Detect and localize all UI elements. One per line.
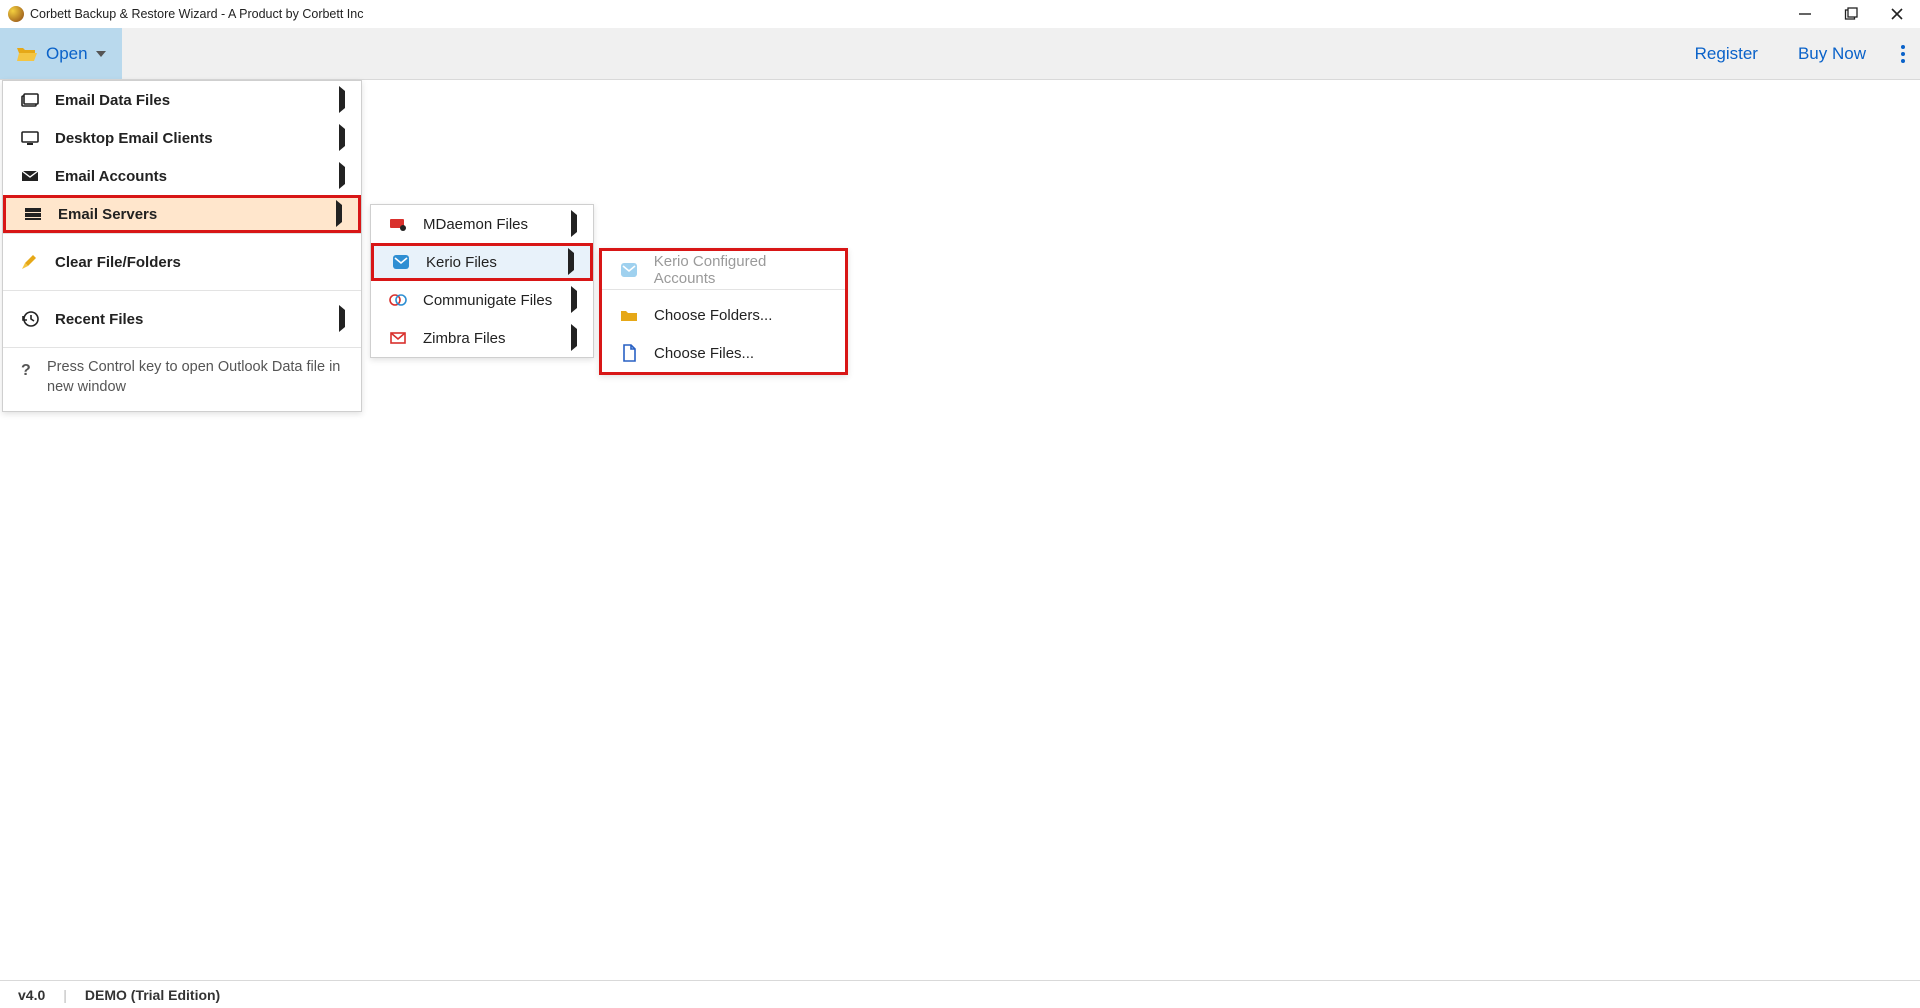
menu-item-kerio-files[interactable]: Kerio Files [371, 243, 593, 281]
buy-now-link[interactable]: Buy Now [1778, 28, 1886, 79]
window-title: Corbett Backup & Restore Wizard - A Prod… [30, 7, 363, 21]
separator: | [63, 987, 67, 1003]
folder-icon [618, 308, 640, 322]
chevron-right-icon [336, 205, 342, 223]
email-servers-submenu: MDaemon Files Kerio Files Communigate Fi… [370, 204, 594, 358]
menu-item-label: Kerio Files [426, 254, 497, 271]
menu-item-communigate-files[interactable]: Communigate Files [371, 281, 593, 319]
maximize-button[interactable] [1842, 5, 1860, 23]
menu-item-mdaemon-files[interactable]: MDaemon Files [371, 205, 593, 243]
status-bar: v4.0 | DEMO (Trial Edition) [0, 980, 1920, 1008]
chevron-down-icon [96, 51, 106, 57]
edition-label: DEMO (Trial Edition) [85, 987, 220, 1003]
close-button[interactable] [1888, 5, 1906, 23]
menu-item-label: Zimbra Files [423, 330, 506, 347]
menu-item-label: Communigate Files [423, 292, 552, 309]
minimize-button[interactable] [1796, 5, 1814, 23]
menu-item-kerio-configured-accounts[interactable]: Kerio Configured Accounts [602, 251, 845, 289]
menu-item-label: Choose Folders... [654, 307, 772, 324]
version-label: v4.0 [18, 987, 45, 1003]
server-icon [22, 206, 44, 222]
chevron-right-icon [571, 329, 577, 347]
envelope-icon [19, 169, 41, 183]
folder-open-icon [16, 45, 38, 63]
kerio-icon [390, 254, 412, 270]
register-link[interactable]: Register [1675, 28, 1778, 79]
chevron-right-icon [339, 167, 345, 185]
menu-hint-text: Press Control key to open Outlook Data f… [47, 358, 345, 397]
question-icon: ? [19, 360, 33, 378]
dots-vertical-icon [1900, 44, 1906, 64]
history-icon [19, 310, 41, 328]
menu-item-recent-files[interactable]: Recent Files [3, 291, 361, 347]
zimbra-icon [387, 331, 409, 345]
menu-separator [602, 289, 845, 290]
chevron-right-icon [568, 253, 574, 271]
file-icon [618, 344, 640, 362]
menu-item-label: Clear File/Folders [55, 254, 181, 271]
menu-item-label: Desktop Email Clients [55, 130, 213, 147]
kerio-files-submenu: Kerio Configured Accounts Choose Folders… [599, 248, 848, 375]
chevron-right-icon [339, 129, 345, 147]
open-button[interactable]: Open [0, 28, 122, 79]
menu-item-label: Recent Files [55, 311, 143, 328]
menu-hint: ? Press Control key to open Outlook Data… [3, 348, 361, 411]
menu-item-label: Email Accounts [55, 168, 167, 185]
menu-item-label: Email Servers [58, 206, 157, 223]
menu-item-email-servers[interactable]: Email Servers [3, 195, 361, 233]
app-icon [8, 6, 24, 22]
more-options-button[interactable] [1886, 28, 1920, 79]
menu-item-clear-files[interactable]: Clear File/Folders [3, 234, 361, 290]
svg-text:?: ? [21, 362, 31, 378]
menu-item-email-accounts[interactable]: Email Accounts [3, 157, 361, 195]
menu-item-choose-files[interactable]: Choose Files... [602, 334, 845, 372]
menu-item-label: Email Data Files [55, 92, 170, 109]
communigate-icon [387, 293, 409, 307]
open-menu: Email Data Files Desktop Email Clients E… [2, 80, 362, 412]
titlebar: Corbett Backup & Restore Wizard - A Prod… [0, 0, 1920, 28]
menu-item-label: Kerio Configured Accounts [654, 253, 829, 287]
chevron-right-icon [339, 91, 345, 109]
menu-item-choose-folders[interactable]: Choose Folders... [602, 296, 845, 334]
menu-item-zimbra-files[interactable]: Zimbra Files [371, 319, 593, 357]
menu-item-label: Choose Files... [654, 345, 754, 362]
files-stack-icon [19, 92, 41, 108]
chevron-right-icon [339, 310, 345, 328]
menu-item-email-data-files[interactable]: Email Data Files [3, 81, 361, 119]
toolbar: Open Register Buy Now [0, 28, 1920, 80]
menu-item-desktop-email-clients[interactable]: Desktop Email Clients [3, 119, 361, 157]
open-button-label: Open [46, 44, 88, 64]
chevron-right-icon [571, 291, 577, 309]
monitor-icon [19, 130, 41, 146]
broom-icon [19, 253, 41, 271]
mdaemon-icon [387, 217, 409, 231]
menu-item-label: MDaemon Files [423, 216, 528, 233]
kerio-account-icon [618, 262, 640, 278]
chevron-right-icon [571, 215, 577, 233]
window-controls [1796, 5, 1912, 23]
